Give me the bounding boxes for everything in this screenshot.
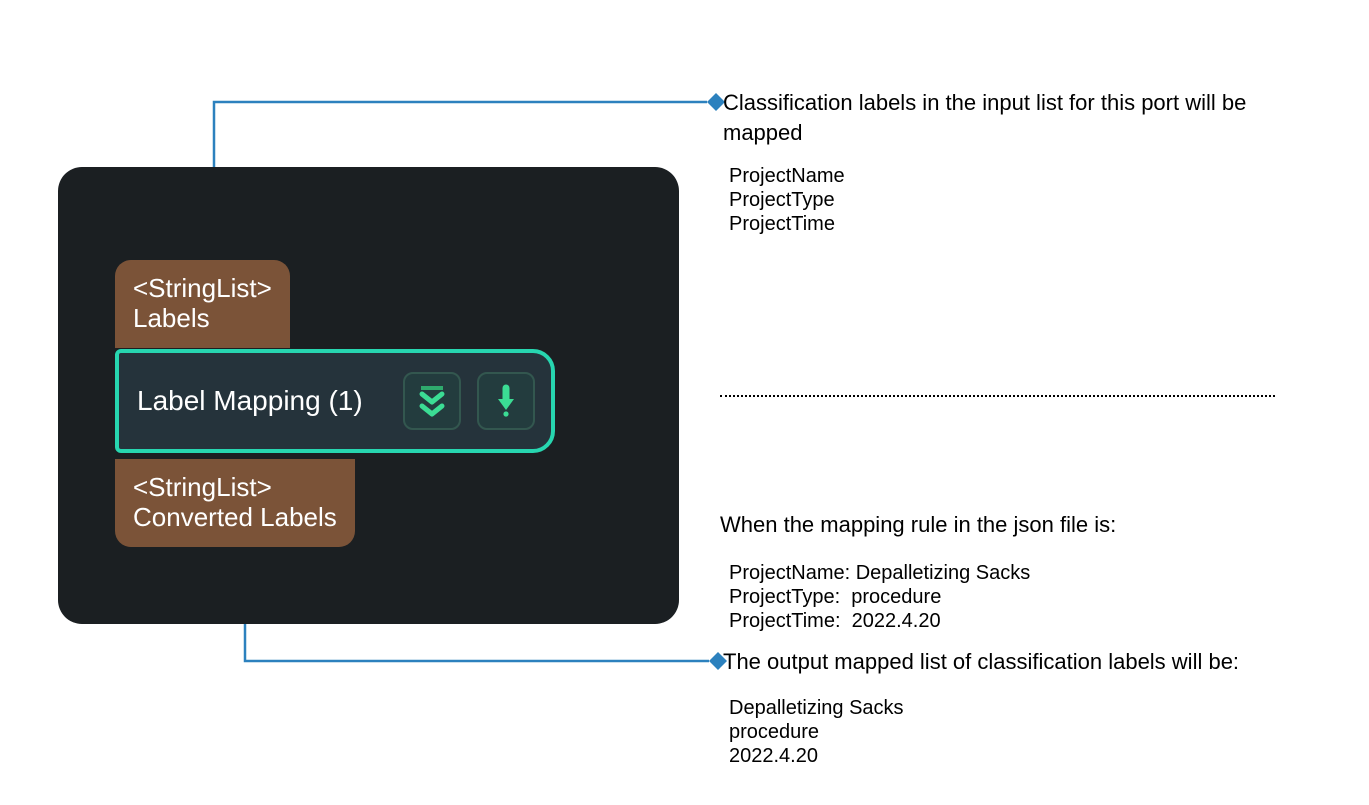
divider (720, 395, 1275, 397)
mapping-rules: ProjectName: Depalletizing Sacks Project… (729, 561, 1030, 633)
expand-all-icon[interactable] (403, 372, 461, 430)
mapping-rule-intro: When the mapping rule in the json file i… (720, 512, 1116, 538)
output-port: <StringList> Converted Labels (115, 459, 355, 547)
output-example-list: Depalletizing Sacks procedure 2022.4.20 (729, 696, 904, 768)
input-port: <StringList> Labels (115, 260, 290, 348)
output-description: The output mapped list of classification… (723, 649, 1239, 675)
input-description: Classification labels in the input list … (723, 88, 1268, 147)
node-title: Label Mapping (1) (137, 385, 387, 417)
download-alert-icon[interactable] (477, 372, 535, 430)
center-node[interactable]: Label Mapping (1) (115, 349, 555, 453)
input-example-list: ProjectName ProjectType ProjectTime (729, 164, 845, 236)
